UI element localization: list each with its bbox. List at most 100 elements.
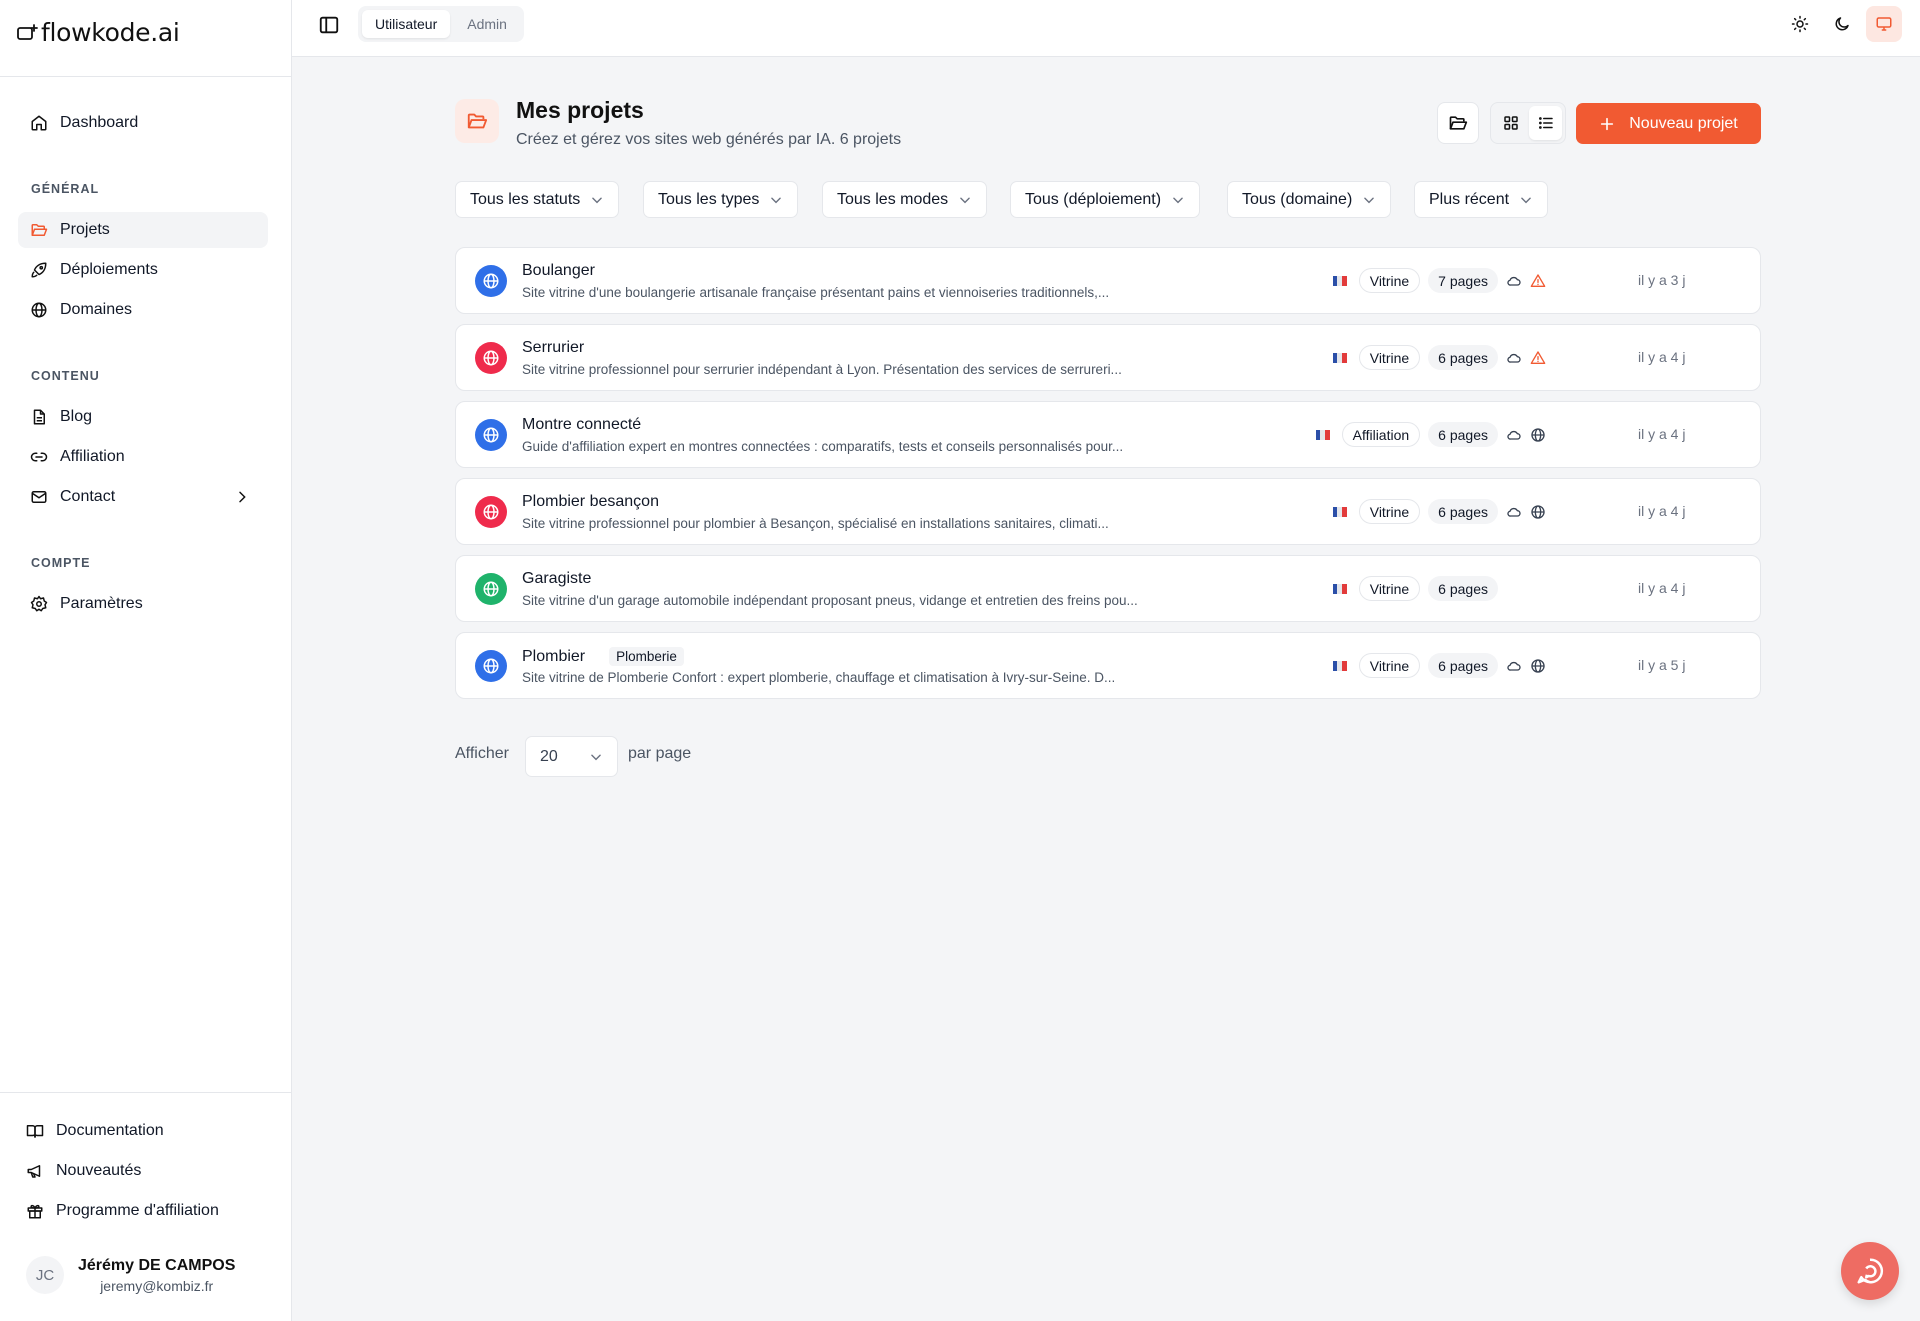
project-meta: Vitrine 6 pages [1332, 345, 1546, 370]
globe-icon [1531, 504, 1545, 519]
sidebar-item-contact[interactable]: Contact [18, 479, 268, 515]
project-name-wrap: Plombier Plomberie [522, 647, 684, 666]
sidebar-toggle-icon[interactable] [318, 14, 340, 36]
project-description: Site vitrine professionnel pour serrurie… [522, 362, 1122, 377]
project-name: Plombier [522, 647, 586, 665]
chevron-down-icon [591, 754, 601, 760]
deployment-filter[interactable]: Tous (déploiement) [1010, 181, 1201, 218]
project-category-tag: Plomberie [609, 647, 684, 666]
page-count-badge: 7 pages [1428, 268, 1498, 293]
sort-select[interactable]: Plus récent [1414, 181, 1549, 218]
sidebar-item-label: Nouveautés [56, 1162, 142, 1179]
project-row[interactable]: Montre connecté Guide d'affiliation exper… [455, 401, 1761, 468]
mode-filter[interactable]: Tous les modes [822, 181, 988, 218]
sidebar-divider [0, 76, 292, 77]
dark-theme-button[interactable] [1824, 6, 1860, 42]
avatar: JC [26, 1256, 64, 1294]
sidebar-item-parametres[interactable]: Paramètres [18, 586, 268, 622]
project-name-wrap: Plombier besançon [522, 493, 659, 511]
project-row[interactable]: Serrurier Site vitrine professionnel pour… [455, 324, 1761, 391]
project-updated-time: il y a 4 j [1638, 580, 1686, 596]
folder-open-icon [31, 224, 48, 236]
chat-button[interactable] [1841, 1242, 1899, 1300]
project-type-badge: Vitrine [1358, 499, 1421, 524]
french-flag-icon [1332, 506, 1347, 517]
pager-show-label: Afficher [455, 745, 509, 762]
globe-icon [483, 658, 499, 674]
page-count-badge: 6 pages [1428, 653, 1498, 678]
project-row[interactable]: Garagiste Site vitrine d'un garage automo… [455, 555, 1761, 622]
user-name: Jérémy DE CAMPOS [78, 1256, 236, 1274]
sidebar-item-nouveautes[interactable]: Nouveautés [14, 1153, 264, 1189]
list-view-button[interactable] [1529, 106, 1562, 140]
user-menu[interactable]: JC Jérémy DE CAMPOS jeremy@kombiz.fr [26, 1256, 235, 1294]
gear-icon [30, 595, 48, 612]
sidebar-item-label: Paramètres [60, 595, 143, 612]
project-name: Garagiste [522, 570, 592, 587]
sidebar-item-programme-affiliation[interactable]: Programme d'affiliation [14, 1193, 264, 1229]
globe-icon [31, 302, 47, 318]
logo[interactable]: flowkode.ai [17, 17, 180, 47]
project-row[interactable]: Plombier besançon Site vitrine profession… [455, 478, 1761, 545]
project-name: Boulanger [522, 262, 595, 279]
page-count-badge: 6 pages [1428, 576, 1498, 601]
page-size-select[interactable]: 20 [525, 736, 618, 777]
project-row[interactable]: Boulanger Site vitrine d'une boulangerie … [455, 247, 1761, 314]
french-flag-icon [1332, 352, 1347, 363]
project-globe-badge [475, 650, 507, 682]
warning-icon [1530, 273, 1546, 287]
list-icon [1538, 117, 1553, 129]
sidebar-item-projets[interactable]: Projets [18, 212, 268, 248]
link-icon [30, 452, 48, 462]
sidebar-item-documentation[interactable]: Documentation [14, 1113, 264, 1149]
filter-label: Plus récent [1429, 190, 1510, 208]
cloud-icon [1507, 430, 1521, 440]
new-project-button[interactable]: Nouveau projet [1576, 103, 1761, 144]
project-meta: Vitrine 6 pages [1332, 499, 1546, 524]
project-type-badge: Vitrine [1358, 653, 1421, 678]
topbar: Utilisateur Admin [292, 0, 1920, 57]
sidebar-item-label: Déploiements [60, 261, 158, 278]
domain-filter[interactable]: Tous (domaine) [1227, 181, 1392, 218]
sun-icon [1791, 15, 1809, 33]
sidebar-item-label: Dashboard [60, 114, 139, 131]
monitor-icon [1876, 17, 1892, 31]
grid-view-button[interactable] [1494, 106, 1527, 140]
project-description: Guide d'affiliation expert en montres co… [522, 439, 1124, 454]
cloud-icon [1507, 661, 1521, 671]
logo-text: flowkode.ai [41, 17, 180, 47]
sidebar-item-deploiements[interactable]: Déploiements [18, 252, 268, 288]
sidebar-item-dashboard[interactable]: Dashboard [18, 105, 268, 141]
chevron-down-icon [1173, 197, 1183, 203]
sidebar-item-affiliation[interactable]: Affiliation [18, 439, 268, 475]
pager-per-page-label: par page [628, 745, 692, 762]
project-row[interactable]: Plombier Plomberie Site vitrine de Plomber… [455, 632, 1761, 699]
cloud-icon [1507, 353, 1521, 363]
sidebar-item-blog[interactable]: Blog [18, 399, 268, 435]
page-title: Mes projets [516, 97, 644, 123]
light-theme-button[interactable] [1782, 6, 1818, 42]
status-filter[interactable]: Tous les statuts [455, 181, 620, 218]
project-meta: Vitrine 6 pages [1332, 576, 1546, 601]
logo-icon [17, 24, 38, 40]
section-label-account: COMPTE [31, 556, 91, 570]
system-theme-button[interactable] [1866, 6, 1902, 42]
globe-icon [1531, 427, 1545, 442]
new-project-label: Nouveau projet [1629, 114, 1738, 132]
sidebar-item-label: Affiliation [60, 448, 125, 465]
tab-utilisateur[interactable]: Utilisateur [362, 10, 451, 38]
type-filter[interactable]: Tous les types [643, 181, 799, 218]
sidebar-item-domaines[interactable]: Domaines [18, 292, 268, 328]
project-updated-time: il y a 4 j [1638, 349, 1686, 365]
open-folder-button[interactable] [1437, 102, 1479, 144]
tab-admin[interactable]: Admin [454, 10, 520, 38]
globe-icon [483, 581, 499, 597]
filter-label: Tous (domaine) [1242, 190, 1353, 208]
globe-icon [483, 427, 499, 443]
moon-icon [1835, 17, 1849, 31]
project-type-badge: Vitrine [1358, 268, 1421, 293]
project-name-wrap: Serrurier [522, 339, 584, 357]
project-updated-time: il y a 4 j [1638, 503, 1686, 519]
project-description: Site vitrine d'une boulangerie artisanal… [522, 285, 1110, 300]
globe-icon [483, 273, 499, 289]
